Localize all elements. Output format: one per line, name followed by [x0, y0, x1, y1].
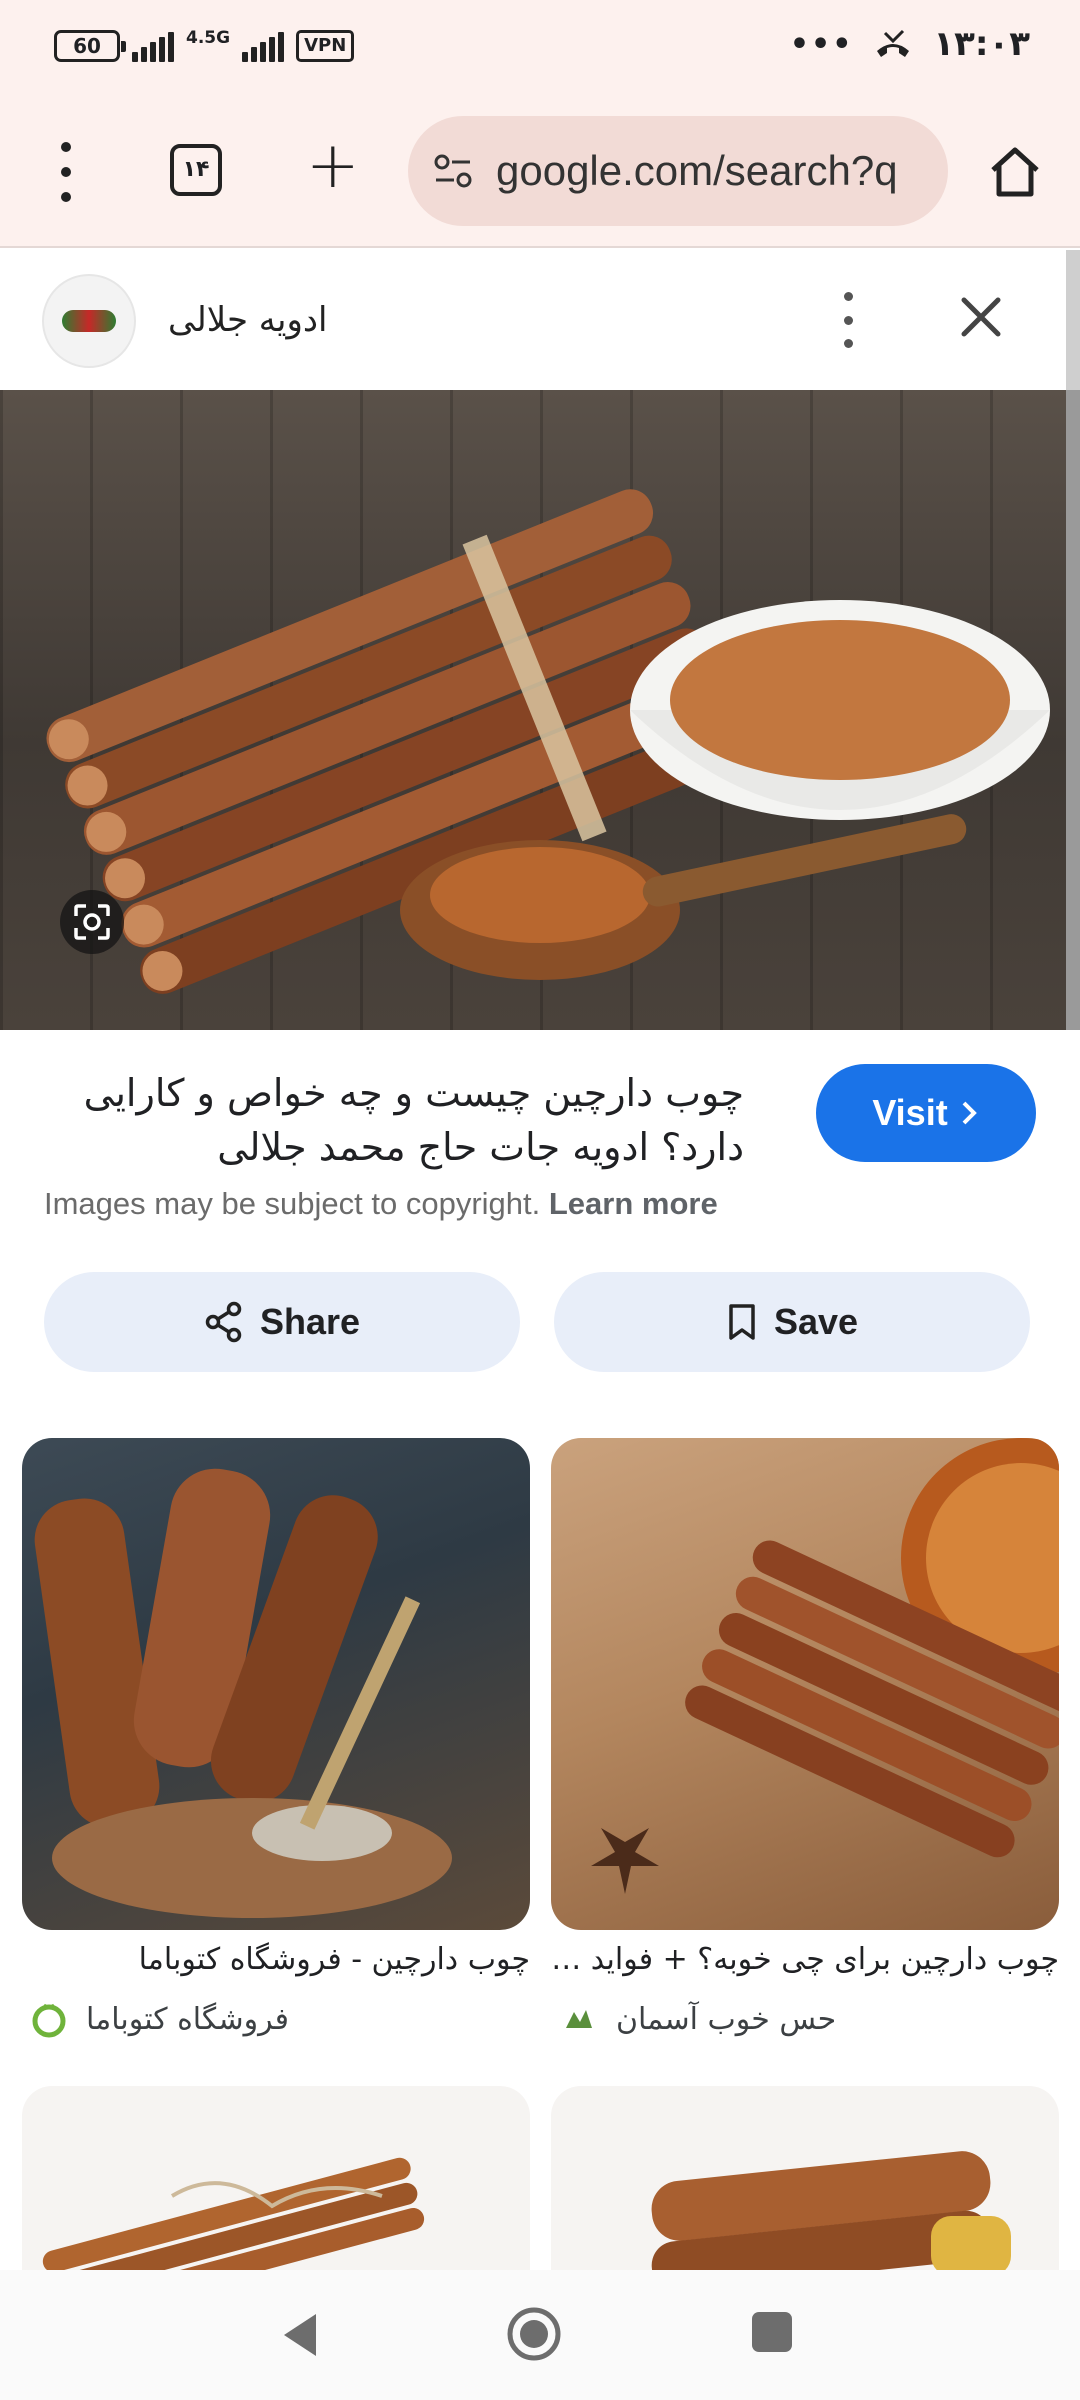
scrollbar[interactable]	[1066, 250, 1080, 390]
battery-icon: 60	[54, 30, 126, 62]
save-button[interactable]: Save	[554, 1272, 1030, 1372]
address-bar[interactable]: google.com/search?q	[408, 116, 948, 226]
result-title-2[interactable]: چوب دارچین برای چی خوبه؟ + فواید چو...	[551, 1942, 1059, 1977]
result-image-3[interactable]	[22, 2086, 530, 2270]
site-name[interactable]: ادویه جلالی	[168, 300, 328, 340]
signal-icon	[132, 30, 174, 62]
cinnamon-bundle-photo	[42, 2157, 425, 2270]
cinnamon-bowl-photo	[591, 1438, 1059, 1894]
browser-toolbar: ۱۴ + google.com/search?q	[0, 100, 1080, 248]
tab-switcher-button[interactable]: ۱۴	[170, 144, 222, 196]
main-image[interactable]	[0, 390, 1066, 1030]
cinnamon-stick-photo	[651, 2151, 1011, 2270]
scrollbar-track	[1066, 390, 1080, 1030]
url-text: google.com/search?q	[496, 147, 898, 194]
recent-apps-icon[interactable]	[752, 2312, 792, 2352]
result-title-1[interactable]: چوب دارچین - فروشگاه کتوباما	[22, 1942, 530, 1977]
network-type: 4.5G	[186, 28, 231, 48]
signal-2-icon	[242, 30, 285, 62]
result-image-2[interactable]	[551, 1438, 1059, 1930]
cinnamon-photo	[46, 489, 1050, 994]
more-options-button[interactable]	[836, 292, 860, 348]
store-logo-icon	[32, 2003, 66, 2038]
back-icon[interactable]	[278, 2310, 322, 2360]
site-settings-icon[interactable]	[430, 148, 476, 194]
browser-menu-button[interactable]	[46, 142, 86, 202]
site-logo	[42, 274, 136, 368]
lens-icon	[74, 904, 110, 940]
result-image-1[interactable]	[22, 1438, 530, 1930]
vpn-badge: VPN	[296, 30, 355, 62]
close-icon[interactable]	[958, 294, 1004, 340]
cinnamon-sticks-photo	[34, 1468, 452, 1918]
bookmark-icon	[729, 1304, 755, 1340]
site-logo-icon	[566, 2010, 592, 2028]
learn-more-link[interactable]: Learn more	[549, 1186, 718, 1221]
visit-button[interactable]: Visit	[816, 1064, 1036, 1162]
visit-label: Visit	[872, 1092, 948, 1133]
image-title[interactable]: چوب دارچین چیست و چه خواص و کارایی دارد؟…	[44, 1066, 744, 1174]
image-viewer-header: ادویه جلالی	[0, 250, 1066, 390]
home-nav-icon[interactable]	[506, 2306, 562, 2362]
clock: ۱۳:۰۳	[933, 24, 1030, 64]
home-icon[interactable]	[985, 142, 1045, 202]
share-button[interactable]: Share	[44, 1272, 520, 1372]
result-source-1[interactable]: فروشگاه کتوباما	[30, 2000, 289, 2038]
copyright-notice: Images may be subject to copyright. Lear…	[44, 1186, 718, 1222]
result-source-2[interactable]: حس خوب آسمان	[560, 2000, 836, 2038]
save-label: Save	[773, 1301, 859, 1342]
share-label: Share	[259, 1301, 361, 1342]
copyright-text: Images may be subject to copyright.	[44, 1186, 541, 1221]
missed-call-icon	[877, 29, 910, 57]
system-navigation-bar	[0, 2270, 1080, 2400]
result-image-4[interactable]	[551, 2086, 1059, 2270]
new-tab-button[interactable]: +	[306, 134, 360, 198]
result-source-name: حس خوب آسمان	[616, 2001, 837, 2037]
google-lens-button[interactable]	[60, 890, 124, 954]
result-source-name: فروشگاه کتوباما	[86, 2001, 290, 2037]
status-bar: 60 4.5G VPN ••• ۱۳:۰۳	[0, 0, 1080, 100]
share-icon	[205, 1301, 242, 1343]
chevron-right-icon	[962, 1101, 977, 1125]
notification-dots: •••	[789, 26, 854, 62]
